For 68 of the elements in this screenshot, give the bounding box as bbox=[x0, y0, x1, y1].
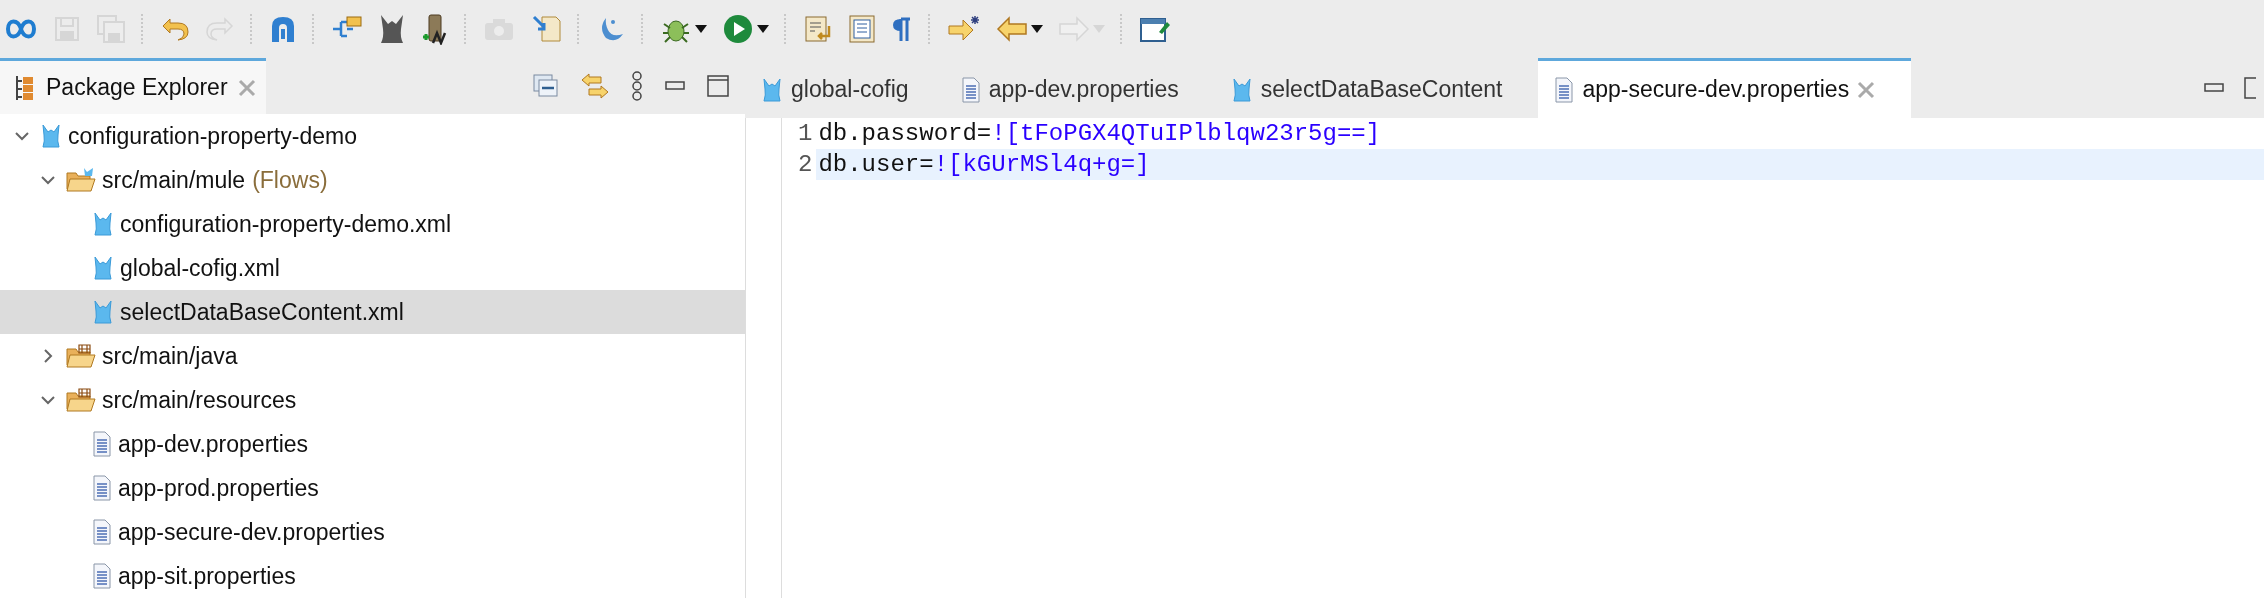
file-icon bbox=[92, 475, 112, 501]
file-icon bbox=[1554, 76, 1575, 103]
tree-item-label: global-cofig.xml bbox=[120, 254, 280, 282]
line-number: 1 bbox=[798, 119, 813, 149]
line-number: 2 bbox=[798, 150, 813, 180]
tree-row[interactable]: app-dev.properties bbox=[0, 422, 745, 466]
editor-tab[interactable]: selectDataBaseContent bbox=[1214, 58, 1539, 118]
tree-row[interactable]: configuration-property-demo bbox=[0, 114, 745, 158]
tree-item-label: selectDataBaseContent.xml bbox=[120, 298, 404, 326]
tree-row[interactable]: selectDataBaseContent.xml bbox=[0, 290, 745, 334]
file-icon bbox=[960, 76, 981, 103]
mule-file-icon bbox=[92, 255, 114, 281]
dropdown-caret-icon[interactable] bbox=[1031, 25, 1043, 33]
tree-item-label: src/main/java bbox=[102, 342, 238, 370]
mule-file-icon bbox=[761, 76, 783, 103]
editor-tab-label: app-secure-dev.properties bbox=[1582, 76, 1850, 103]
tree-row[interactable]: app-secure-dev.properties bbox=[0, 510, 745, 554]
tree-item-label: configuration-property-demo bbox=[68, 122, 357, 150]
view-tab[interactable]: Package Explorer bbox=[0, 58, 266, 114]
jar-icon[interactable] bbox=[421, 13, 449, 45]
file-icon bbox=[92, 431, 112, 457]
tree-row[interactable]: configuration-property-demo.xml bbox=[0, 202, 745, 246]
hierarchy-icon bbox=[14, 74, 36, 101]
tree-item-label: app-secure-dev.properties bbox=[118, 518, 385, 546]
editor-tab-label: selectDataBaseContent bbox=[1260, 76, 1503, 103]
editor-tab-label: app-dev.properties bbox=[988, 76, 1179, 103]
mule-file-icon bbox=[92, 211, 114, 237]
view-tab-label: Package Explorer bbox=[46, 74, 228, 101]
code-line: db.password=![tFoPGX4QTuIPlblqw23r5g==] bbox=[817, 119, 1382, 149]
mule-project-icon bbox=[40, 123, 62, 149]
tree-item-label: src/main/resources bbox=[102, 386, 297, 414]
package-folder-icon bbox=[66, 343, 96, 369]
collapse-all-icon[interactable] bbox=[533, 74, 559, 98]
link-arrows-icon[interactable] bbox=[581, 73, 609, 99]
tree-row[interactable]: src/main/resources bbox=[0, 378, 745, 422]
tree-item-label: configuration-property-demo.xml bbox=[120, 210, 452, 238]
tree-item-label: app-dev.properties bbox=[118, 430, 309, 458]
arch-icon[interactable] bbox=[269, 14, 297, 44]
import-icon[interactable] bbox=[530, 13, 562, 45]
view-menu-icon[interactable] bbox=[631, 71, 643, 101]
tree-item-label: app-sit.properties bbox=[118, 562, 296, 590]
document-arrow-icon[interactable] bbox=[803, 14, 833, 44]
package-folder-icon bbox=[66, 387, 96, 413]
run-icon[interactable] bbox=[722, 13, 754, 45]
tree-row[interactable]: global-cofig.xml bbox=[0, 246, 745, 290]
file-icon bbox=[92, 563, 112, 589]
mule-file-icon bbox=[92, 299, 114, 325]
folder-icon bbox=[66, 167, 96, 193]
close-icon[interactable] bbox=[1857, 80, 1876, 99]
tree-row[interactable]: app-sit.properties bbox=[0, 554, 745, 598]
mule-file-icon bbox=[1230, 76, 1253, 103]
dropdown-caret-icon[interactable] bbox=[757, 25, 769, 33]
tree-row[interactable]: src/main/mule (Flows) bbox=[0, 158, 745, 202]
pilcrow-icon[interactable] bbox=[891, 15, 913, 43]
tree-row[interactable]: src/main/java bbox=[0, 334, 745, 378]
file-icon bbox=[92, 519, 112, 545]
tree-item-label: app-prod.properties bbox=[118, 474, 319, 502]
minimize-icon[interactable] bbox=[665, 81, 685, 91]
tree-item-label: src/main/mule bbox=[102, 166, 246, 194]
tree-row[interactable]: app-prod.properties bbox=[0, 466, 745, 510]
editor-tab[interactable]: global-cofig bbox=[745, 58, 945, 118]
editor-tab-label: global-cofig bbox=[791, 76, 909, 103]
tree-item-annotation: (Flows) bbox=[252, 166, 328, 194]
dropdown-caret-icon[interactable] bbox=[695, 25, 707, 33]
document-icon[interactable] bbox=[848, 14, 876, 44]
editor-tab[interactable]: app-dev.properties bbox=[944, 58, 1215, 118]
minimize-icon[interactable] bbox=[2204, 83, 2224, 93]
editor-tab[interactable]: app-secure-dev.properties bbox=[1538, 58, 1912, 118]
